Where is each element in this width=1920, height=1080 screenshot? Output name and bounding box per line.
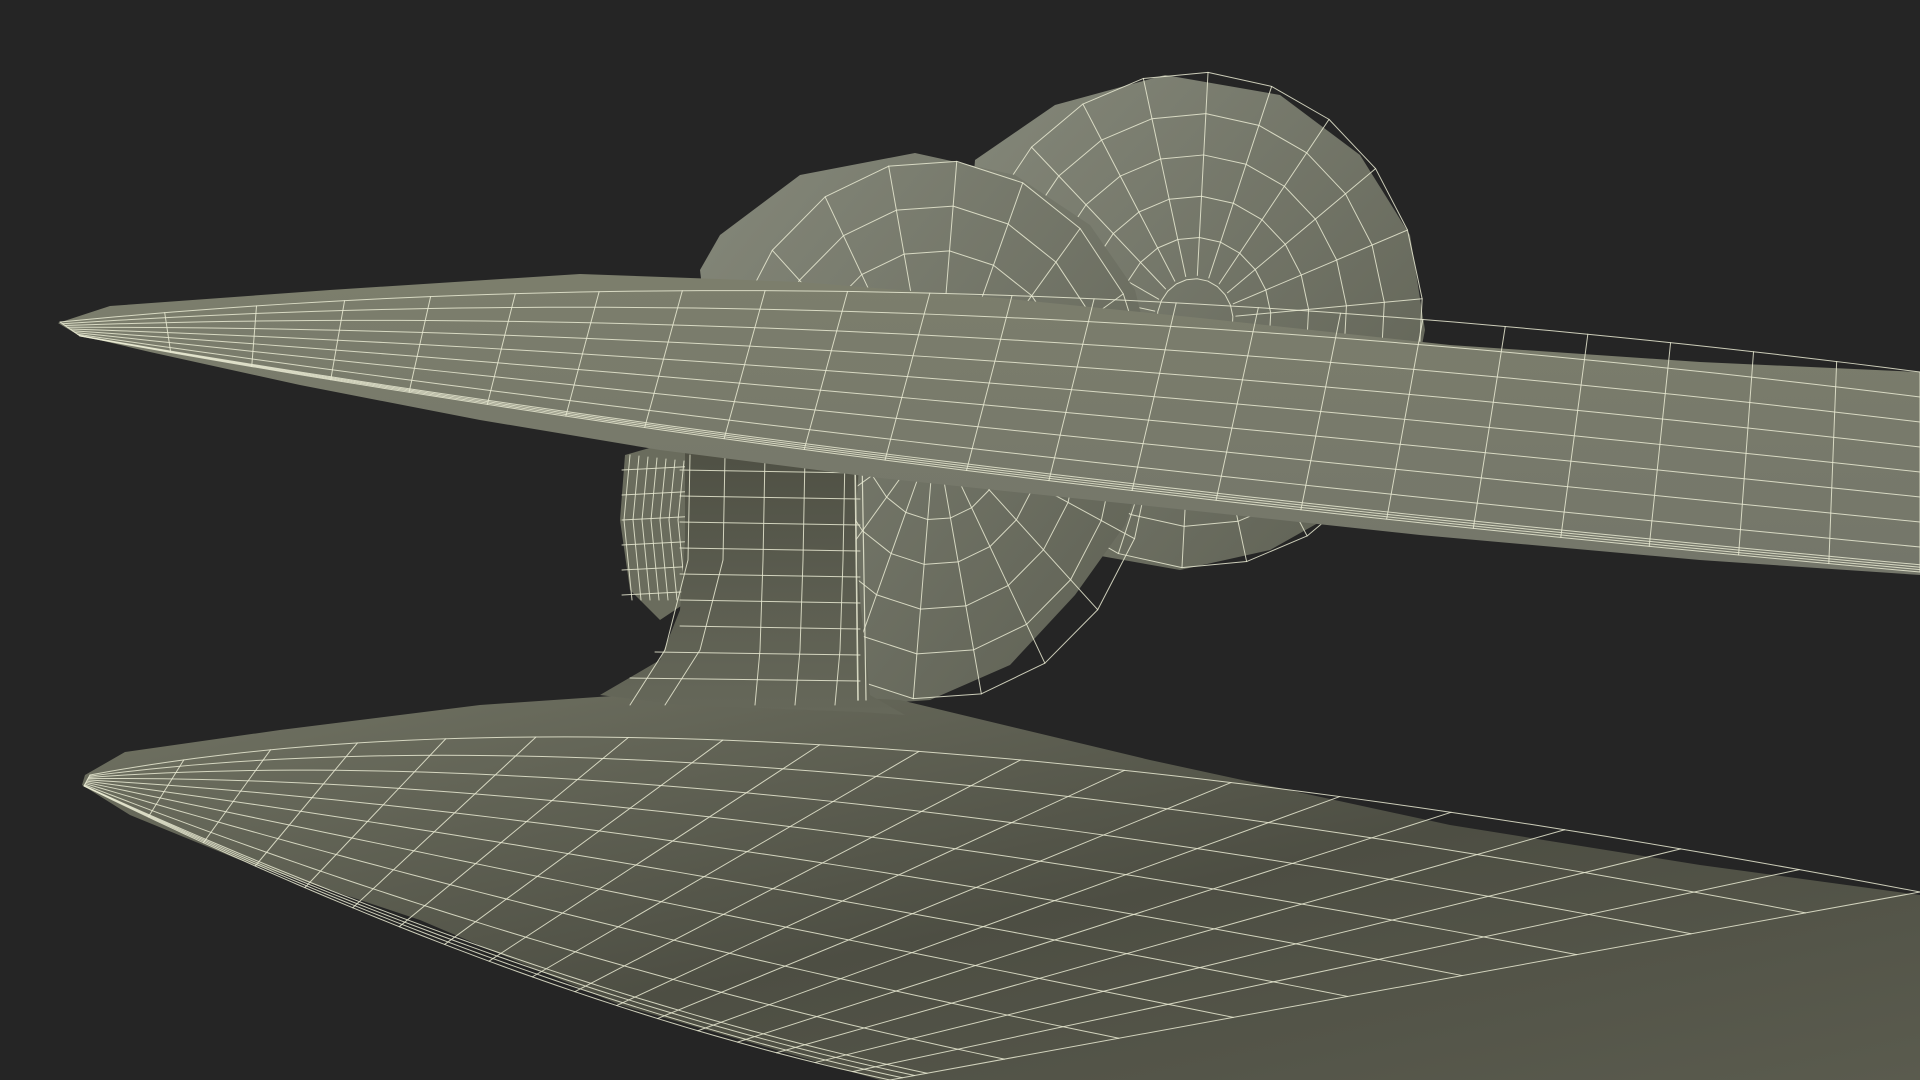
render-viewport[interactable] bbox=[0, 0, 1920, 1080]
wireframe-scene bbox=[58, 71, 1920, 1080]
lower-curved-blade bbox=[82, 690, 1920, 1080]
